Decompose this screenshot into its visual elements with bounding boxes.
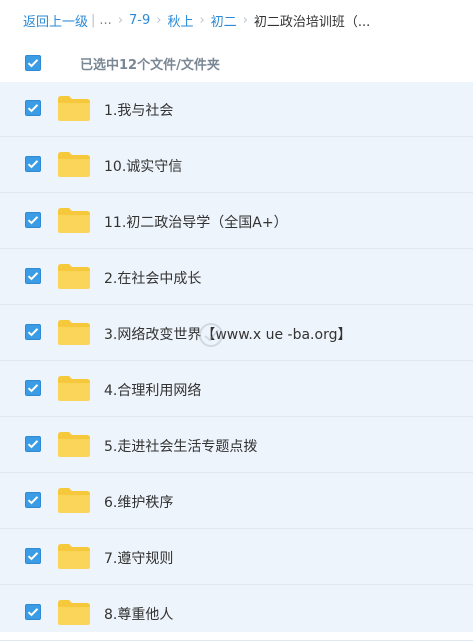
folder-icon: [57, 319, 91, 346]
check-icon: [27, 440, 39, 449]
check-icon: [27, 496, 39, 505]
file-name: 3.网络改变世界【www.x ue -ba.org】: [104, 327, 352, 343]
file-name: 10.诚实守信: [104, 159, 183, 175]
file-name: 5.走进社会生活专题点拨: [104, 439, 258, 455]
file-name: 7.遵守规则: [104, 551, 174, 567]
folder-icon: [57, 263, 91, 290]
breadcrumb-item-grade8[interactable]: 初二: [211, 11, 237, 30]
selection-count: 已选中12个文件/文件夹: [80, 58, 220, 73]
breadcrumb-ellipsis[interactable]: ...: [99, 13, 111, 28]
row-checkbox[interactable]: [25, 156, 41, 172]
row-checkbox[interactable]: [25, 324, 41, 340]
row-checkbox[interactable]: [25, 212, 41, 228]
breadcrumb-item-7-9[interactable]: 7-9: [129, 13, 150, 28]
folder-icon: [57, 543, 91, 570]
check-icon: [27, 608, 39, 617]
list-item[interactable]: 4.合理利用网络: [0, 362, 473, 417]
selection-bar: 已选中12个文件/文件夹: [0, 44, 473, 82]
file-name: 6.维护秩序: [104, 495, 174, 511]
list-item[interactable]: 5.走进社会生活专题点拨: [0, 418, 473, 473]
folder-icon: [57, 375, 91, 402]
check-icon: [27, 216, 39, 225]
row-checkbox[interactable]: [25, 436, 41, 452]
file-name: 2.在社会中成长: [104, 271, 202, 287]
folder-icon: [57, 95, 91, 122]
list-item[interactable]: 6.维护秩序: [0, 474, 473, 529]
breadcrumb: 返回上一级 | ... › 7-9 › 秋上 › 初二 › 初二政治培训班（..…: [0, 0, 473, 40]
folder-icon: [57, 487, 91, 514]
file-name: 4.合理利用网络: [104, 383, 202, 399]
list-item[interactable]: 7.遵守规则: [0, 530, 473, 585]
row-checkbox[interactable]: [25, 548, 41, 564]
back-link[interactable]: 返回上一级: [23, 11, 88, 30]
breadcrumb-separator: ›: [156, 12, 162, 28]
file-list: 1.我与社会 10.诚实守信 11.初二政治导学（全国A+） 2.在社会中成长 3.网络…: [0, 82, 473, 641]
check-icon: [27, 384, 39, 393]
breadcrumb-separator: ›: [117, 12, 124, 28]
breadcrumb-current: 初二政治培训班（...: [253, 14, 371, 30]
row-checkbox[interactable]: [25, 604, 41, 620]
file-name: 8.尊重他人: [104, 607, 174, 623]
breadcrumb-separator: ›: [242, 12, 248, 28]
list-item[interactable]: 3.网络改变世界【www.x ue -ba.org】: [0, 306, 473, 361]
list-item[interactable]: 1.我与社会: [0, 82, 473, 137]
folder-icon: [57, 599, 91, 626]
breadcrumb-separator: ›: [199, 12, 205, 28]
folder-icon: [57, 207, 91, 234]
breadcrumb-item-autumn[interactable]: 秋上: [167, 11, 193, 30]
list-item[interactable]: 10.诚实守信: [0, 138, 473, 193]
folder-icon: [57, 151, 91, 178]
check-icon: [27, 59, 39, 68]
row-checkbox[interactable]: [25, 380, 41, 396]
row-checkbox[interactable]: [25, 268, 41, 284]
list-item[interactable]: 11.初二政治导学（全国A+）: [0, 194, 473, 249]
check-icon: [27, 552, 39, 561]
check-icon: [27, 160, 39, 169]
folder-icon: [57, 431, 91, 458]
check-icon: [27, 104, 39, 113]
file-name: 11.初二政治导学（全国A+）: [104, 215, 288, 231]
check-icon: [27, 272, 39, 281]
file-name: 1.我与社会: [104, 103, 174, 119]
row-checkbox[interactable]: [25, 492, 41, 508]
breadcrumb-pipe: |: [91, 12, 96, 28]
list-item[interactable]: 8.尊重他人: [0, 586, 473, 641]
list-item[interactable]: 2.在社会中成长: [0, 250, 473, 305]
row-checkbox[interactable]: [25, 100, 41, 116]
select-all-checkbox[interactable]: [25, 55, 41, 71]
check-icon: [27, 328, 39, 337]
